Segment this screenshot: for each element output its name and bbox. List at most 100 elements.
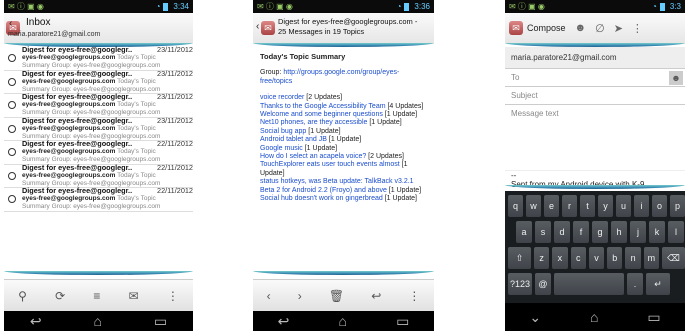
- key-row3-7[interactable]: m: [643, 247, 660, 269]
- attach-icon[interactable]: ∅: [595, 22, 605, 35]
- inbox-header[interactable]: ✉ ‹ Inbox maria.paratore21@gmail.com: [4, 13, 193, 43]
- key-row2-2[interactable]: d: [554, 221, 570, 243]
- key-row2-6[interactable]: j: [630, 221, 646, 243]
- key-row2-1[interactable]: s: [535, 221, 551, 243]
- key-row1-1[interactable]: w: [526, 195, 541, 217]
- key-row1-9[interactable]: p: [670, 195, 685, 217]
- delete-icon[interactable]: 🗑: [329, 289, 344, 303]
- key-row3-2[interactable]: x: [552, 247, 568, 269]
- topic-item[interactable]: voice recorder [2 Updates]: [260, 94, 427, 102]
- topic-item[interactable]: Google music [1 Update]: [260, 145, 427, 153]
- search-icon[interactable]: ⚲: [18, 289, 27, 303]
- topic-link[interactable]: How do I select an acapela voice?: [260, 153, 366, 160]
- key-row1-6[interactable]: u: [616, 195, 631, 217]
- topic-item[interactable]: status hotkeys, was Beta update: TalkBac…: [260, 178, 427, 195]
- select-radio[interactable]: [8, 77, 16, 86]
- message-body-field[interactable]: Message text: [505, 105, 685, 171]
- key-row1-3[interactable]: r: [562, 195, 577, 217]
- message-row[interactable]: Digest for eyes-free@googlegr.. 23/11/201…: [4, 70, 193, 94]
- home-icon[interactable]: ⌂: [339, 313, 347, 329]
- overflow-menu-icon[interactable]: ⋮: [408, 289, 420, 303]
- key-row3-1[interactable]: z: [533, 247, 550, 269]
- message-row[interactable]: Digest for eyes-free@googlegr.. 23/11/201…: [4, 46, 193, 71]
- contact-picker-icon[interactable]: ☻: [669, 71, 683, 85]
- key-row2-4[interactable]: g: [592, 221, 608, 243]
- select-radio[interactable]: [8, 101, 16, 110]
- compose-icon[interactable]: ✉: [129, 289, 139, 303]
- to-field[interactable]: To ☻: [505, 69, 685, 87]
- message-row[interactable]: Digest for eyes-free@googlegr.. 22/11/201…: [4, 140, 193, 165]
- topic-link[interactable]: Social hub doesn't work on gingerbread: [260, 195, 383, 202]
- back-chevron-icon[interactable]: ‹: [256, 21, 259, 32]
- key-row2-7[interactable]: k: [649, 221, 665, 243]
- message-row[interactable]: Digest for eyes-free@googlegr.. 23/11/201…: [4, 117, 193, 141]
- home-icon[interactable]: ⌂: [590, 309, 598, 325]
- reply-icon[interactable]: ↩: [371, 289, 381, 303]
- previous-icon[interactable]: ‹: [267, 289, 271, 303]
- topic-item[interactable]: Android tablet and JB [1 Update]: [260, 136, 427, 144]
- key-row3-0[interactable]: ⇧: [508, 247, 531, 269]
- topic-link[interactable]: Thanks to the Google Accessibility Team: [260, 103, 386, 110]
- select-radio[interactable]: [8, 195, 16, 204]
- topic-item[interactable]: How do I select an acapela voice? [2 Upd…: [260, 153, 427, 161]
- key-row3-8[interactable]: ⌫: [662, 247, 685, 269]
- key-row1-4[interactable]: t: [580, 195, 595, 217]
- back-icon[interactable]: ↩: [278, 313, 290, 330]
- space-key[interactable]: [554, 273, 624, 295]
- key-row1-7[interactable]: i: [634, 195, 649, 217]
- key-row2-3[interactable]: f: [573, 221, 589, 243]
- key-row2-8[interactable]: l: [668, 221, 684, 243]
- select-radio[interactable]: [8, 124, 16, 133]
- key-row3-4[interactable]: v: [588, 247, 605, 269]
- topic-link[interactable]: Google music: [260, 145, 303, 152]
- from-account[interactable]: maria.paratore21@gmail.com: [505, 47, 685, 69]
- send-icon[interactable]: ➤: [614, 22, 623, 35]
- refresh-icon[interactable]: ⟳: [55, 289, 65, 303]
- topic-item[interactable]: Social hub doesn't work on gingerbread […: [260, 195, 427, 203]
- topic-link[interactable]: Social bug app: [260, 128, 306, 135]
- key-row1-0[interactable]: q: [508, 195, 523, 217]
- topic-link[interactable]: Welcome and some beginner questions: [260, 111, 383, 118]
- overflow-menu-icon[interactable]: ⋮: [632, 22, 643, 35]
- topic-item[interactable]: TouchExplorer eats user touch events alm…: [260, 161, 427, 178]
- recents-icon[interactable]: ▭: [647, 309, 660, 326]
- recents-icon[interactable]: ▭: [396, 313, 409, 330]
- key-row4-4[interactable]: ↵: [646, 273, 670, 295]
- key-row3-3[interactable]: c: [570, 247, 586, 269]
- select-radio[interactable]: [8, 54, 16, 63]
- key-row1-5[interactable]: y: [598, 195, 613, 217]
- topic-item[interactable]: Thanks to the Google Accessibility Team …: [260, 103, 427, 111]
- key-row4-3[interactable]: .: [627, 273, 643, 295]
- key-row3-6[interactable]: n: [625, 247, 641, 269]
- topic-item[interactable]: Welcome and some beginner questions [1 U…: [260, 111, 427, 119]
- subject-field[interactable]: Subject: [505, 87, 685, 105]
- back-chevron-icon[interactable]: ‹: [9, 18, 12, 29]
- hide-keyboard-icon[interactable]: ⌄: [529, 309, 541, 326]
- message-row[interactable]: Digest for eyes-free@googlegr.. 23/11/201…: [4, 93, 193, 118]
- key-row1-8[interactable]: o: [652, 195, 667, 217]
- topic-link[interactable]: TouchExplorer eats user touch events alm…: [260, 161, 400, 168]
- next-icon[interactable]: ›: [298, 289, 302, 303]
- topic-link[interactable]: voice recorder: [260, 94, 304, 101]
- topic-link[interactable]: Net10 phones, are they accessible: [260, 119, 367, 126]
- sort-icon[interactable]: ≡: [93, 289, 100, 303]
- key-row1-2[interactable]: e: [544, 195, 559, 217]
- home-icon[interactable]: ⌂: [94, 313, 102, 329]
- message-row[interactable]: Digest for eyes-free@googlegr.. 22/11/201…: [4, 187, 193, 212]
- key-row2-0[interactable]: a: [516, 221, 532, 243]
- topic-item[interactable]: Social bug app [1 Update]: [260, 128, 427, 136]
- select-radio[interactable]: [8, 148, 16, 157]
- recents-icon[interactable]: ▭: [154, 313, 167, 330]
- key-row2-5[interactable]: h: [611, 221, 627, 243]
- topic-item[interactable]: Net10 phones, are they accessible [1 Upd…: [260, 119, 427, 127]
- topic-link[interactable]: Android tablet and JB: [260, 136, 327, 143]
- select-radio[interactable]: [8, 171, 16, 180]
- back-icon[interactable]: ↩: [30, 313, 42, 330]
- message-row[interactable]: Digest for eyes-free@googlegr.. 22/11/201…: [4, 164, 193, 188]
- key-row4-0[interactable]: ?123: [508, 273, 532, 295]
- key-row4-1[interactable]: @: [535, 273, 551, 295]
- key-row3-5[interactable]: b: [607, 247, 623, 269]
- k9-app-icon[interactable]: ✉: [509, 21, 523, 35]
- message-header[interactable]: ‹ ✉ Digest for eyes-free@googlegroups.co…: [253, 13, 434, 43]
- add-contact-icon[interactable]: ☻: [575, 22, 587, 34]
